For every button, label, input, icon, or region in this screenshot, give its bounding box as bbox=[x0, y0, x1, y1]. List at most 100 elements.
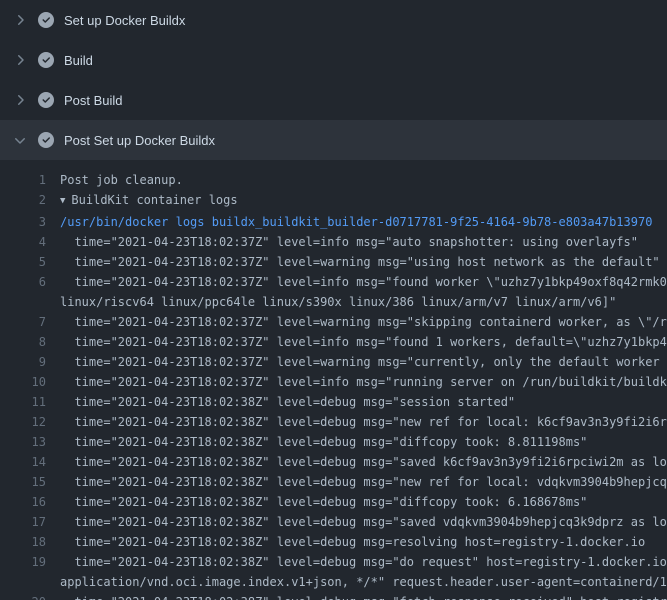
step-section-set-up-docker-buildx[interactable]: Set up Docker Buildx bbox=[0, 0, 667, 40]
log-text: time="2021-04-23T18:02:38Z" level=debug … bbox=[60, 492, 667, 512]
log-line-number[interactable]: 3 bbox=[0, 212, 52, 232]
log-text: time="2021-04-23T18:02:38Z" level=debug … bbox=[60, 532, 667, 552]
log-line: 18 time="2021-04-23T18:02:38Z" level=deb… bbox=[0, 532, 667, 552]
log-line-number[interactable]: 4 bbox=[0, 232, 52, 252]
log-line-number[interactable]: 16 bbox=[0, 492, 52, 512]
log-line: 9 time="2021-04-23T18:02:37Z" level=warn… bbox=[0, 352, 667, 372]
log-line-number[interactable]: 11 bbox=[0, 392, 52, 412]
log-text: time="2021-04-23T18:02:38Z" level=debug … bbox=[60, 452, 667, 472]
log-text: Post job cleanup. bbox=[60, 170, 667, 190]
log-line-number[interactable]: 8 bbox=[0, 332, 52, 352]
group-label[interactable]: BuildKit container logs bbox=[71, 193, 237, 207]
log-line-number[interactable]: 2 bbox=[0, 190, 52, 212]
log-line-number[interactable]: 5 bbox=[0, 252, 52, 272]
log-line-content: time="2021-04-23T18:02:38Z" level=debug … bbox=[52, 512, 667, 532]
log-text: time="2021-04-23T18:02:37Z" level=warnin… bbox=[60, 252, 667, 272]
log-line: 2 ▼ BuildKit container logs bbox=[0, 190, 667, 212]
log-line-content: time="2021-04-23T18:02:37Z" level=info m… bbox=[52, 372, 667, 392]
chevron-right-icon bbox=[12, 52, 28, 68]
group-toggle-icon[interactable]: ▼ bbox=[60, 191, 65, 211]
log-text: time="2021-04-23T18:02:38Z" level=debug … bbox=[60, 412, 667, 432]
log-line-content: time="2021-04-23T18:02:37Z" level=info m… bbox=[52, 332, 667, 352]
log-area: 1 Post job cleanup. 2 ▼ BuildKit containe… bbox=[0, 160, 667, 600]
chevron-right-icon bbox=[12, 92, 28, 108]
log-text: time="2021-04-23T18:02:37Z" level=warnin… bbox=[60, 312, 667, 332]
step-label: Set up Docker Buildx bbox=[64, 13, 185, 28]
log-line-number[interactable]: 20 bbox=[0, 592, 52, 600]
log-text-wrap: application/vnd.oci.image.index.v1+json,… bbox=[60, 572, 667, 592]
log-text: time="2021-04-23T18:02:37Z" level=info m… bbox=[60, 332, 667, 352]
log-line-number[interactable]: 9 bbox=[0, 352, 52, 372]
chevron-right-icon bbox=[12, 12, 28, 28]
log-line: 4 time="2021-04-23T18:02:37Z" level=info… bbox=[0, 232, 667, 252]
check-circle-icon bbox=[38, 92, 54, 108]
actions-log-viewer: Set up Docker Buildx Build bbox=[0, 0, 667, 600]
log-line-content: Post job cleanup. bbox=[52, 170, 667, 190]
log-text: /usr/bin/docker logs buildx_buildkit_bui… bbox=[60, 212, 667, 232]
step-label: Post Set up Docker Buildx bbox=[64, 133, 215, 148]
log-text: time="2021-04-23T18:02:38Z" level=debug … bbox=[60, 432, 667, 452]
log-line: 17 time="2021-04-23T18:02:38Z" level=deb… bbox=[0, 512, 667, 532]
log-line-content: time="2021-04-23T18:02:38Z" level=debug … bbox=[52, 472, 667, 492]
log-line-content: time="2021-04-23T18:02:38Z" level=debug … bbox=[52, 592, 667, 600]
log-line-content: time="2021-04-23T18:02:37Z" level=info m… bbox=[52, 232, 667, 252]
log-line-content: time="2021-04-23T18:02:38Z" level=debug … bbox=[52, 392, 667, 412]
log-text: time="2021-04-23T18:02:37Z" level=info m… bbox=[60, 272, 667, 292]
log-line: 8 time="2021-04-23T18:02:37Z" level=info… bbox=[0, 332, 667, 352]
check-circle-icon bbox=[38, 52, 54, 68]
log-line: 6 time="2021-04-23T18:02:37Z" level=info… bbox=[0, 272, 667, 312]
log-text: ▼ BuildKit container logs bbox=[60, 190, 667, 212]
log-text-wrap: linux/riscv64 linux/ppc64le linux/s390x … bbox=[60, 292, 667, 312]
log-text: time="2021-04-23T18:02:38Z" level=debug … bbox=[60, 472, 667, 492]
chevron-down-icon bbox=[12, 132, 28, 148]
log-text: time="2021-04-23T18:02:38Z" level=debug … bbox=[60, 592, 667, 600]
log-line-number[interactable]: 13 bbox=[0, 432, 52, 452]
log-text: time="2021-04-23T18:02:38Z" level=debug … bbox=[60, 552, 667, 572]
log-line-content: time="2021-04-23T18:02:37Z" level=warnin… bbox=[52, 312, 667, 332]
log-text: time="2021-04-23T18:02:37Z" level=warnin… bbox=[60, 352, 667, 372]
log-line-number[interactable]: 7 bbox=[0, 312, 52, 332]
log-line-content: time="2021-04-23T18:02:37Z" level=warnin… bbox=[52, 352, 667, 372]
log-line-number[interactable]: 17 bbox=[0, 512, 52, 532]
log-line-content: time="2021-04-23T18:02:38Z" level=debug … bbox=[52, 492, 667, 512]
step-section-build[interactable]: Build bbox=[0, 40, 667, 80]
log-line-number[interactable]: 6 bbox=[0, 272, 52, 312]
log-line-number[interactable]: 18 bbox=[0, 532, 52, 552]
log-line-content: time="2021-04-23T18:02:38Z" level=debug … bbox=[52, 452, 667, 472]
log-line-content: time="2021-04-23T18:02:37Z" level=warnin… bbox=[52, 252, 667, 272]
log-line-number[interactable]: 12 bbox=[0, 412, 52, 432]
log-line: 20 time="2021-04-23T18:02:38Z" level=deb… bbox=[0, 592, 667, 600]
log-line: 16 time="2021-04-23T18:02:38Z" level=deb… bbox=[0, 492, 667, 512]
log-line: 14 time="2021-04-23T18:02:38Z" level=deb… bbox=[0, 452, 667, 472]
log-line: 11 time="2021-04-23T18:02:38Z" level=deb… bbox=[0, 392, 667, 412]
step-section-post-set-up-docker-buildx[interactable]: Post Set up Docker Buildx bbox=[0, 120, 667, 160]
log-line: 13 time="2021-04-23T18:02:38Z" level=deb… bbox=[0, 432, 667, 452]
log-line: 10 time="2021-04-23T18:02:37Z" level=inf… bbox=[0, 372, 667, 392]
log-line-number[interactable]: 14 bbox=[0, 452, 52, 472]
check-circle-icon bbox=[38, 12, 54, 28]
log-line-number[interactable]: 10 bbox=[0, 372, 52, 392]
log-text: time="2021-04-23T18:02:37Z" level=info m… bbox=[60, 232, 667, 252]
check-circle-icon bbox=[38, 132, 54, 148]
log-line-number[interactable]: 1 bbox=[0, 170, 52, 190]
log-line-content: time="2021-04-23T18:02:37Z" level=info m… bbox=[52, 272, 667, 312]
log-text: time="2021-04-23T18:02:38Z" level=debug … bbox=[60, 512, 667, 532]
log-line: 15 time="2021-04-23T18:02:38Z" level=deb… bbox=[0, 472, 667, 492]
log-line-content: /usr/bin/docker logs buildx_buildkit_bui… bbox=[52, 212, 667, 232]
step-label: Build bbox=[64, 53, 93, 68]
log-line: 19 time="2021-04-23T18:02:38Z" level=deb… bbox=[0, 552, 667, 592]
steps-list: Set up Docker Buildx Build bbox=[0, 0, 667, 160]
log-line-content: time="2021-04-23T18:02:38Z" level=debug … bbox=[52, 532, 667, 552]
log-line-number[interactable]: 19 bbox=[0, 552, 52, 592]
step-section-post-build[interactable]: Post Build bbox=[0, 80, 667, 120]
log-line-content: time="2021-04-23T18:02:38Z" level=debug … bbox=[52, 552, 667, 592]
log-line: 5 time="2021-04-23T18:02:37Z" level=warn… bbox=[0, 252, 667, 272]
log-line-number[interactable]: 15 bbox=[0, 472, 52, 492]
log-line: 7 time="2021-04-23T18:02:37Z" level=warn… bbox=[0, 312, 667, 332]
step-label: Post Build bbox=[64, 93, 123, 108]
log-line: 12 time="2021-04-23T18:02:38Z" level=deb… bbox=[0, 412, 667, 432]
log-line-content: ▼ BuildKit container logs bbox=[52, 190, 667, 212]
log-line: 3 /usr/bin/docker logs buildx_buildkit_b… bbox=[0, 212, 667, 232]
log-text: time="2021-04-23T18:02:38Z" level=debug … bbox=[60, 392, 667, 412]
log-line-content: time="2021-04-23T18:02:38Z" level=debug … bbox=[52, 432, 667, 452]
